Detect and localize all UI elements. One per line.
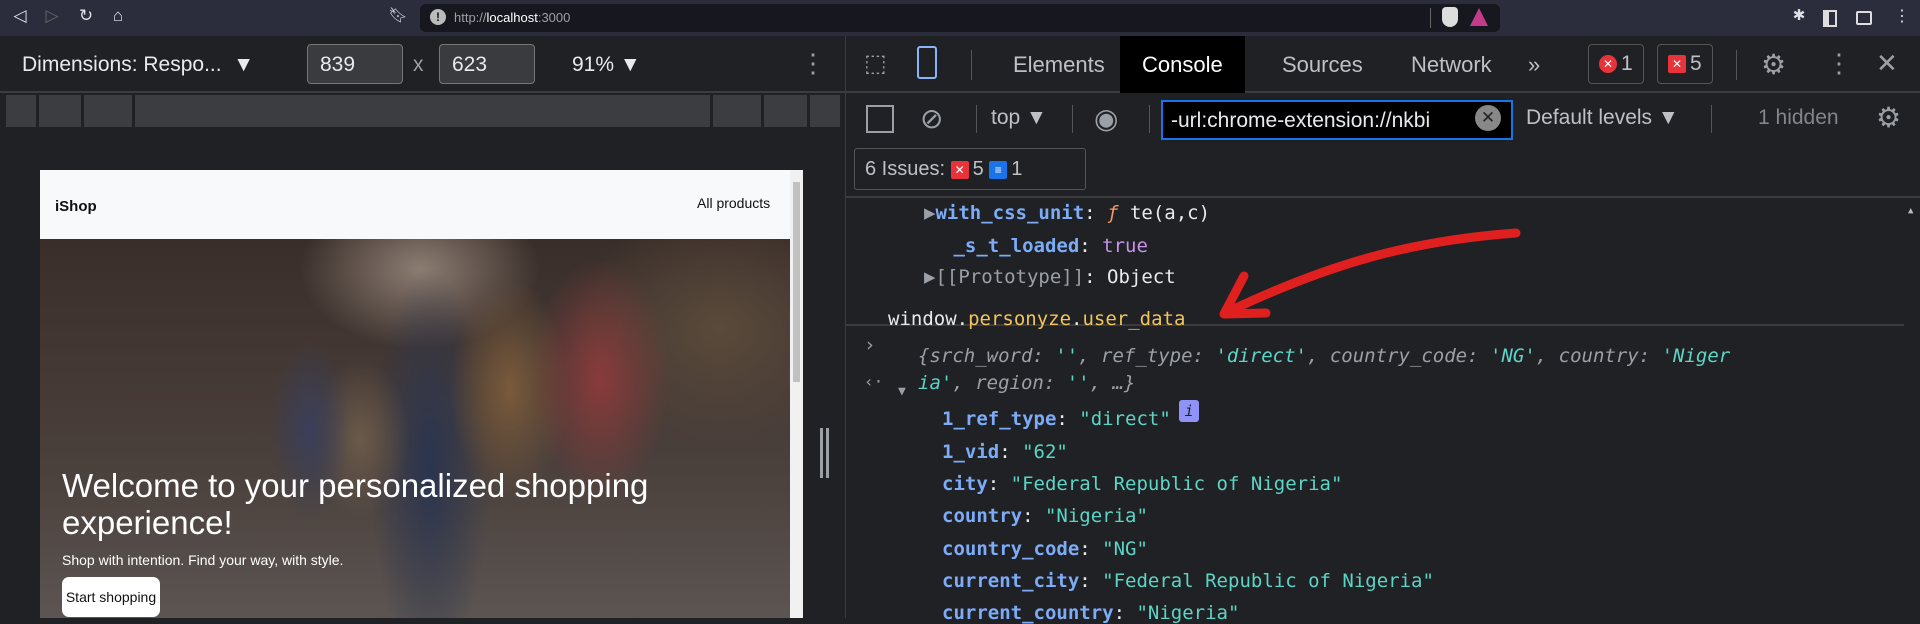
hero-image: Welcome to your personalized shopping ex… [40,239,790,618]
sidebar-icon[interactable] [1823,10,1837,27]
extensions-icon[interactable]: ✱ [1787,6,1811,24]
reload-icon[interactable]: ↻ [74,6,98,26]
forward-icon[interactable]: ▷ [40,6,64,26]
webpage: iShop All products Welcome to your perso… [40,170,803,618]
address-bar[interactable]: ! http://localhost:3000 [420,4,1500,32]
media-query-bar[interactable] [6,95,840,127]
device-toolbar: Dimensions: Respo... ▼ 839 x 623 91% ▼ ⋮ [0,36,845,93]
bookmark-icon[interactable]: 🔖︎ [386,6,410,24]
menu-icon[interactable]: ⋮ [1890,6,1914,26]
home-icon[interactable]: ⌂ [106,6,130,26]
zoom-dropdown[interactable]: 91% ▼ [572,53,641,77]
more-options-icon[interactable]: ⋮ [800,48,826,79]
divider [1430,8,1431,28]
url-text: http://localhost:3000 [454,10,571,25]
site-header: iShop All products [40,170,790,239]
wallet-icon[interactable] [1856,11,1872,25]
resize-handle[interactable] [820,428,829,478]
info-icon[interactable]: ! [430,9,446,25]
scrollbar-thumb[interactable] [793,182,800,382]
all-products-link[interactable]: All products [697,195,770,211]
browser-toolbar: ◁ ▷ ↻ ⌂ 🔖︎ ! http://localhost:3000 ✱ ⋮ [0,0,1920,36]
dimensions-dropdown[interactable]: Dimensions: Respo... ▼ [22,53,254,77]
back-icon[interactable]: ◁ [8,6,32,26]
devtools-panel: ⬚ Elements Console Sources Network » ✕ 1 … [845,36,1920,624]
hero-subtitle: Shop with intention. Find your way, with… [62,552,344,568]
times-sign: x [413,53,424,76]
brand-logo[interactable]: iShop [55,198,97,215]
brave-rewards-icon[interactable] [1470,8,1488,26]
brave-shields-icon[interactable] [1442,7,1458,27]
red-arrow-annotation [1219,228,1521,319]
height-input[interactable]: 623 [439,44,535,84]
start-shopping-button[interactable]: Start shopping [62,577,160,617]
width-input[interactable]: 839 [307,44,403,84]
hero-headline: Welcome to your personalized shopping ex… [62,467,649,541]
